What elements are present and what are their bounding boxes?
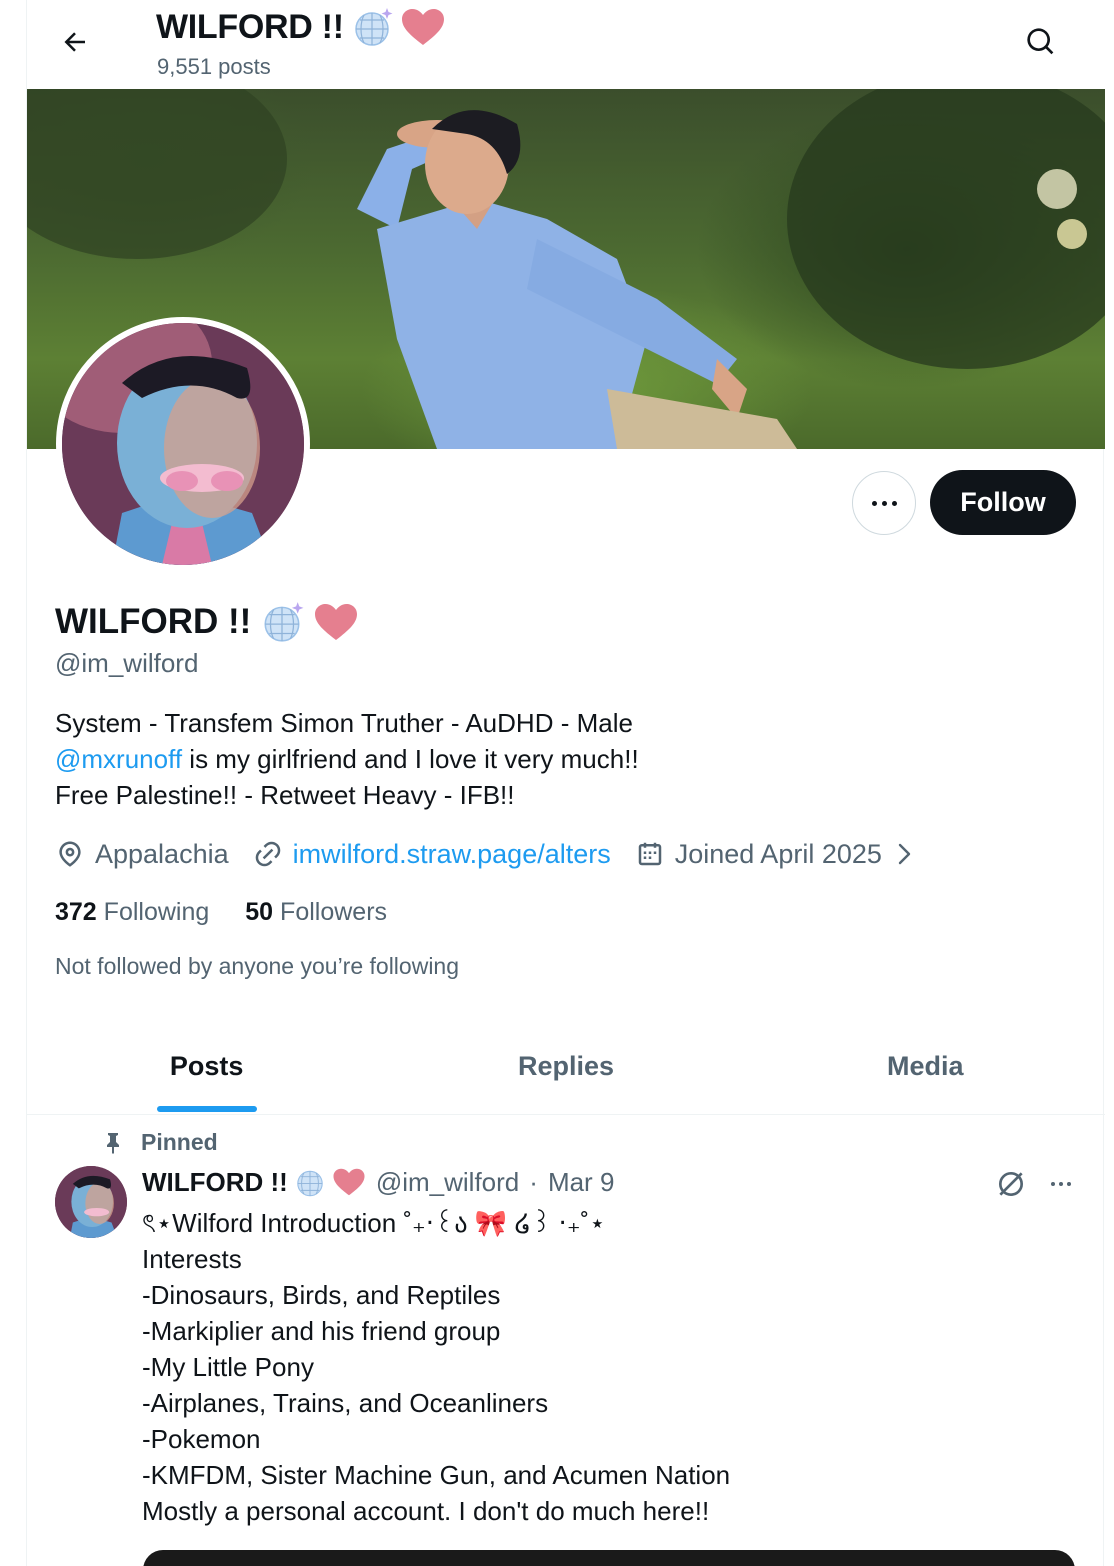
followers-label: Followers bbox=[280, 898, 388, 926]
profile-bio: System - Transfem Simon Truther - AuDHD … bbox=[55, 705, 639, 813]
bio-text: is my girlfriend and I love it very much… bbox=[182, 744, 639, 774]
banner-flower bbox=[1037, 169, 1077, 209]
grok-icon bbox=[999, 1172, 1023, 1196]
pinned-text: Pinned bbox=[141, 1128, 218, 1155]
follow-stats: 372 Following 50 Followers bbox=[55, 898, 387, 927]
post-line: ৎ⋆Wilford Introduction ˚₊‧꒰ა 🎀 ໒꒱ ‧₊˚⋆ bbox=[142, 1208, 606, 1238]
disco-ball-icon bbox=[354, 8, 393, 46]
post-line: Interests bbox=[142, 1244, 242, 1274]
calendar-icon bbox=[638, 842, 661, 866]
website-item: imwilford.straw.page/alters bbox=[253, 839, 611, 870]
tab-media[interactable]: Media bbox=[746, 1025, 1105, 1114]
post-author-name: WILFORD !! bbox=[142, 1166, 288, 1197]
banner-person-image bbox=[357, 110, 797, 449]
disco-ball-icon bbox=[264, 602, 304, 642]
post-line: -Pokemon bbox=[142, 1424, 261, 1454]
active-tab-indicator bbox=[156, 1106, 257, 1112]
following-count: 372 bbox=[55, 898, 97, 926]
banner-foliage bbox=[27, 89, 287, 259]
tab-posts[interactable]: Posts bbox=[27, 1025, 386, 1114]
header-title: WILFORD !! bbox=[156, 6, 446, 48]
avatar-image bbox=[62, 323, 304, 565]
profile-name-text: WILFORD !! bbox=[55, 602, 252, 641]
heart-icon bbox=[315, 604, 358, 640]
profile-display-name: WILFORD !! bbox=[55, 600, 359, 644]
post-date[interactable]: Mar 9 bbox=[548, 1167, 614, 1198]
avatar-image bbox=[55, 1166, 127, 1238]
profile-handle: @im_wilford bbox=[55, 648, 199, 678]
not-followed-note: Not followed by anyone you’re following bbox=[55, 953, 460, 979]
location-item: Appalachia bbox=[55, 839, 229, 870]
bio-line: Free Palestine!! - Retweet Heavy - IFB!! bbox=[55, 780, 515, 810]
profile-avatar[interactable] bbox=[56, 317, 310, 571]
banner-flower bbox=[1057, 219, 1087, 249]
post-author-handle[interactable]: @im_wilford bbox=[376, 1167, 519, 1198]
profile-tabs: Posts Replies Media bbox=[27, 1025, 1105, 1115]
followers-count: 50 bbox=[245, 898, 274, 926]
pinned-label: Pinned bbox=[101, 1128, 218, 1156]
disco-ball-icon bbox=[297, 1170, 323, 1197]
post-author[interactable]: WILFORD !! bbox=[142, 1166, 366, 1198]
bio-line: @mxrunoff is my girlfriend and I love it… bbox=[55, 741, 639, 777]
chevron-right-icon bbox=[898, 843, 911, 865]
profile-column: WILFORD !! 9,551 posts Follow WILFORD !!… bbox=[26, 0, 1105, 1566]
post-header: WILFORD !! @im_wilford · Mar 9 bbox=[142, 1166, 614, 1198]
grok-button[interactable] bbox=[993, 1166, 1029, 1202]
back-button[interactable] bbox=[53, 22, 97, 62]
follow-button[interactable]: Follow bbox=[930, 470, 1076, 535]
post-line: -Markiplier and his friend group bbox=[142, 1316, 501, 1346]
profile-meta: Appalachia imwilford.straw.page/alters J… bbox=[55, 834, 940, 874]
bio-line: System - Transfem Simon Truther - AuDHD … bbox=[55, 708, 633, 738]
header-name: WILFORD !! bbox=[156, 7, 344, 46]
post-line: Mostly a personal account. I don't do mu… bbox=[142, 1496, 710, 1526]
more-options-button[interactable] bbox=[852, 471, 916, 535]
location-pin-icon bbox=[59, 841, 81, 867]
post-separator: · bbox=[529, 1166, 538, 1197]
post-line: -Airplanes, Trains, and Oceanliners bbox=[142, 1388, 549, 1418]
post-text: ৎ⋆Wilford Introduction ˚₊‧꒰ა 🎀 ໒꒱ ‧₊˚⋆ I… bbox=[142, 1205, 730, 1529]
arrow-left-icon bbox=[64, 32, 85, 52]
mention-link[interactable]: @mxrunoff bbox=[55, 744, 182, 774]
post-line: -KMFDM, Sister Machine Gun, and Acumen N… bbox=[142, 1460, 731, 1490]
post-media[interactable] bbox=[143, 1550, 1075, 1566]
heart-icon bbox=[333, 1168, 365, 1196]
post-count: 9,551 posts bbox=[157, 54, 271, 79]
tab-label: Replies bbox=[517, 1051, 615, 1081]
heart-icon bbox=[401, 9, 444, 45]
following-link[interactable]: 372 Following bbox=[55, 898, 209, 927]
post-avatar[interactable] bbox=[55, 1166, 127, 1238]
following-label: Following bbox=[103, 898, 210, 926]
post-more-button[interactable] bbox=[1043, 1166, 1079, 1202]
tab-replies[interactable]: Replies bbox=[386, 1025, 745, 1114]
joined-item[interactable]: Joined April 2025 bbox=[635, 839, 916, 870]
post-line: -My Little Pony bbox=[142, 1352, 314, 1382]
tab-label: Media bbox=[887, 1051, 964, 1081]
post-line: -Dinosaurs, Birds, and Reptiles bbox=[142, 1280, 501, 1310]
link-icon bbox=[255, 841, 280, 867]
tab-label: Posts bbox=[169, 1051, 244, 1081]
website-link[interactable]: imwilford.straw.page/alters bbox=[293, 839, 611, 870]
top-bar: WILFORD !! 9,551 posts bbox=[27, 0, 1105, 89]
joined-text: Joined April 2025 bbox=[674, 838, 882, 869]
search-button[interactable] bbox=[1019, 20, 1063, 64]
search-icon bbox=[1027, 28, 1054, 55]
pin-icon bbox=[107, 1133, 119, 1154]
location-text: Appalachia bbox=[95, 838, 229, 869]
more-horizontal-icon bbox=[871, 500, 897, 506]
followers-link[interactable]: 50 Followers bbox=[245, 898, 387, 927]
